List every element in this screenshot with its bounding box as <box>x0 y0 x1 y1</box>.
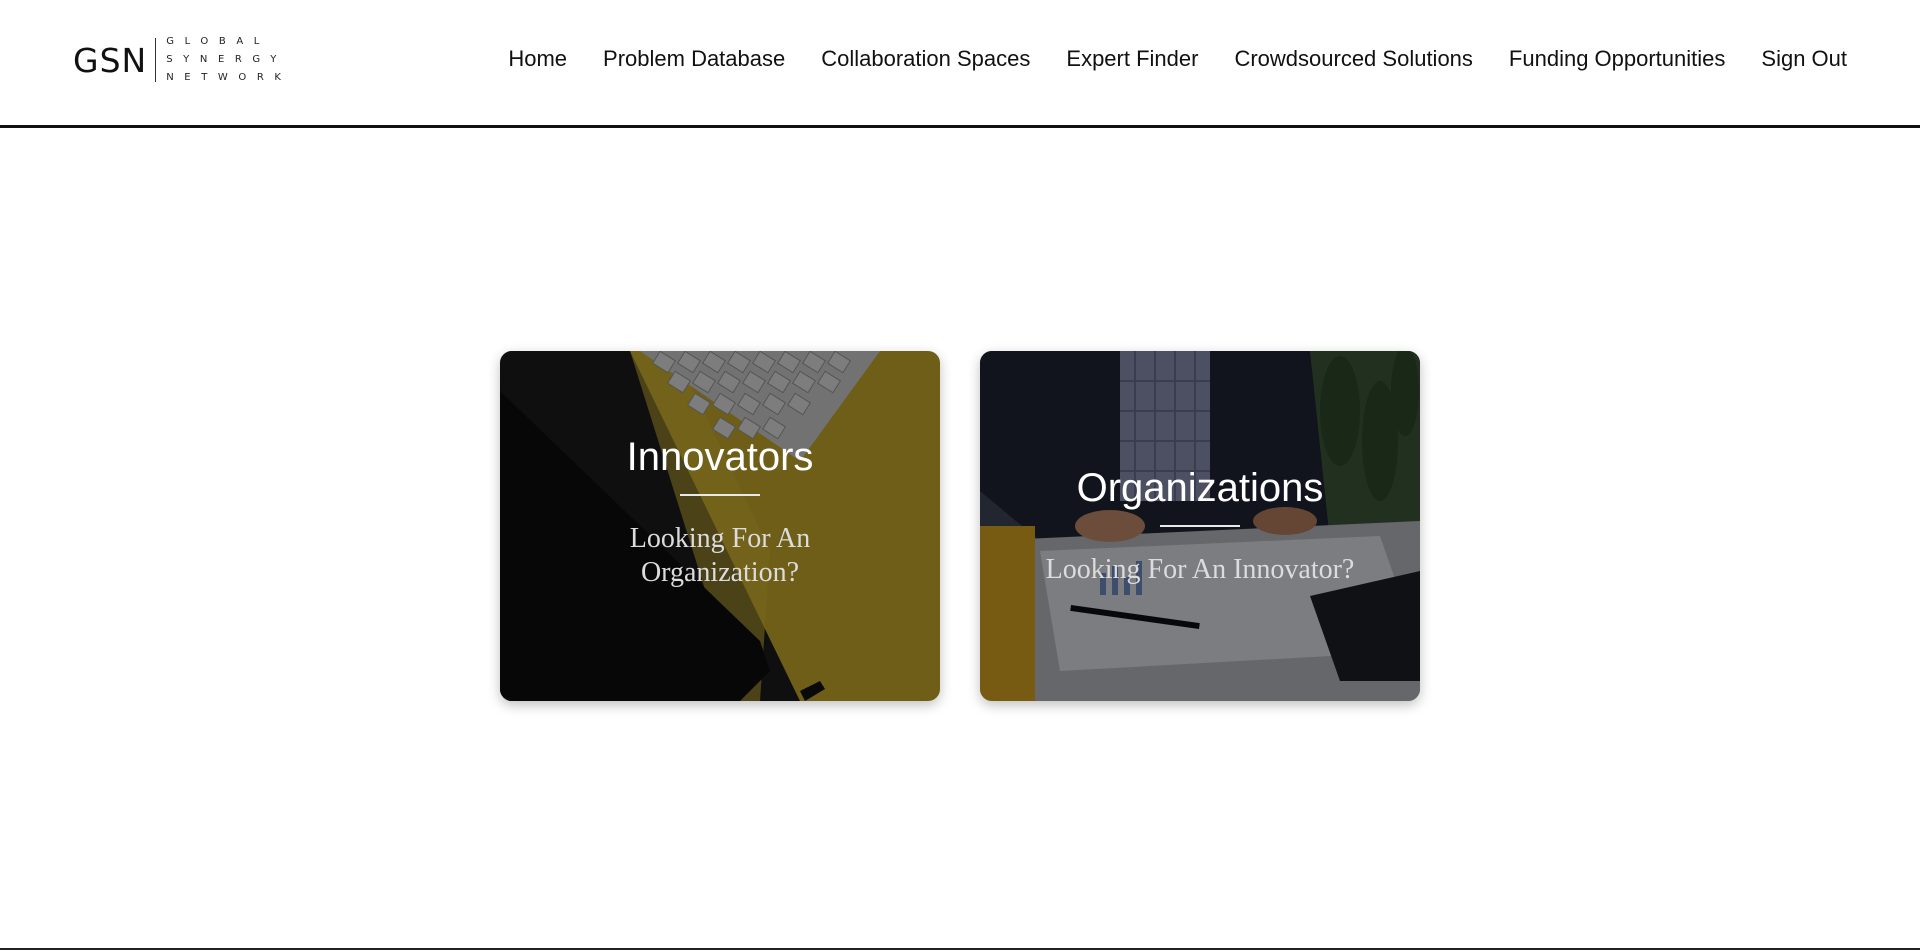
nav-collaboration-spaces[interactable]: Collaboration Spaces <box>821 46 1030 72</box>
organizations-card[interactable]: Organizations Looking For An Innovator? <box>980 351 1420 701</box>
gsn-logo[interactable]: GSN GLOBAL SYNERGY NETWORK <box>73 36 292 84</box>
logo-word-global: GLOBAL <box>166 36 270 47</box>
nav-problem-database[interactable]: Problem Database <box>603 46 785 72</box>
nav-home[interactable]: Home <box>508 46 567 72</box>
logo-word-synergy: SYNERGY <box>166 54 287 65</box>
innovators-card-title: Innovators <box>626 435 814 479</box>
nav-expert-finder[interactable]: Expert Finder <box>1066 46 1198 72</box>
logo-mark: GSN <box>73 40 148 80</box>
innovators-card-subtitle: Looking For An Organization? <box>629 523 811 588</box>
logo-divider <box>155 38 157 82</box>
innovators-card[interactable]: Innovators Looking For An Organization? <box>500 351 940 701</box>
innovators-card-content: Innovators Looking For An Organization? <box>500 351 940 701</box>
main-nav: Home Problem Database Collaboration Spac… <box>508 46 1847 72</box>
site-header: GSN GLOBAL SYNERGY NETWORK Home Problem … <box>0 0 1920 128</box>
organizations-card-content: Organizations Looking For An Innovator? <box>980 351 1420 701</box>
innovators-card-divider <box>680 494 760 496</box>
nav-crowdsourced-solutions[interactable]: Crowdsourced Solutions <box>1234 46 1472 72</box>
organizations-card-subtitle: Looking For An Innovator? <box>1045 554 1355 585</box>
organizations-card-title: Organizations <box>1076 466 1324 510</box>
nav-funding-opportunities[interactable]: Funding Opportunities <box>1509 46 1725 72</box>
organizations-card-divider <box>1160 525 1240 527</box>
logo-word-network: NETWORK <box>166 72 292 83</box>
logo-wordmark: GLOBAL SYNERGY NETWORK <box>166 36 291 84</box>
nav-sign-out[interactable]: Sign Out <box>1761 46 1847 72</box>
footer-divider <box>0 948 1920 950</box>
role-selection-cards: Innovators Looking For An Organization? <box>500 351 1420 701</box>
